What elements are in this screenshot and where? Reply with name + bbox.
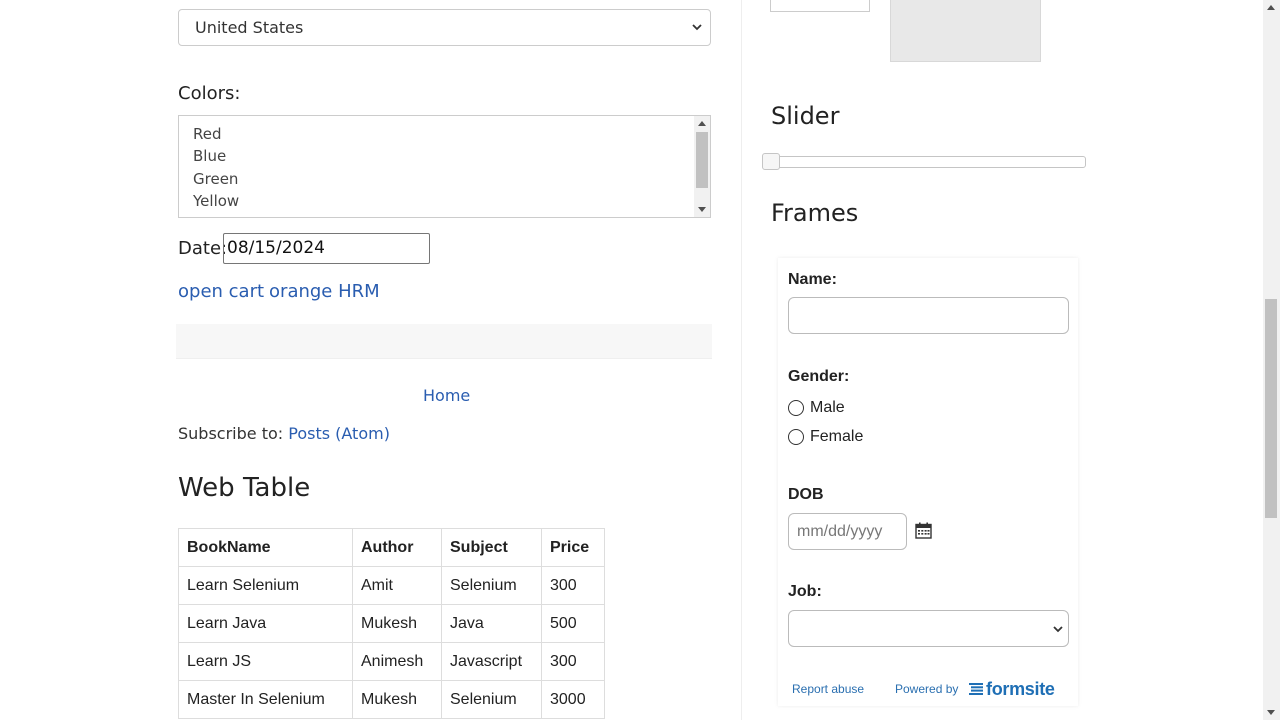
report-abuse-link[interactable]: Report abuse [792,682,864,696]
date-input[interactable]: 08/15/2024 [223,233,430,264]
table-row: Learn Selenium Amit Selenium 300 [178,566,605,605]
drag-source-box[interactable] [770,0,870,12]
job-label: Job: [788,583,822,600]
slider-handle[interactable] [762,153,780,170]
gender-female-label[interactable]: Female [810,428,863,446]
gender-male-radio[interactable] [788,400,804,416]
gender-label: Gender: [788,368,850,385]
table-header-cell: Author [352,528,442,567]
table-cell: Amit [352,566,442,605]
links-row: open cart orange HRM [178,281,380,302]
calendar-icon[interactable] [915,522,932,539]
table-row: Learn JS Animesh Javascript 300 [178,642,605,681]
table-cell: 3000 [541,680,605,719]
slider-title: Slider [771,102,840,130]
home-link[interactable]: Home [423,386,470,405]
formsite-iframe: Name: Gender: Male Female DOB mm/dd/yyyy… [778,258,1078,706]
colors-listbox[interactable]: Red Blue Green Yellow [178,115,711,218]
powered-by-label: Powered by [895,682,959,696]
table-cell: Mukesh [352,680,442,719]
table-cell: 300 [541,642,605,681]
subscribe-line: Subscribe to: Posts (Atom) [178,424,390,443]
column-divider [741,0,742,720]
table-cell: 500 [541,604,605,643]
color-option-green[interactable]: Green [193,170,238,188]
formsite-brand-text: formsite [986,678,1055,699]
dob-input[interactable]: mm/dd/yyyy [788,513,907,550]
drop-target-box[interactable] [890,0,1041,62]
web-table-title: Web Table [178,473,311,503]
scroll-up-arrow-icon[interactable] [1267,5,1275,10]
table-row: Master In Selenium Mukesh Selenium 3000 [178,680,605,719]
slider-track[interactable] [763,156,1086,168]
table-cell: Animesh [352,642,442,681]
colors-scrollbar[interactable] [694,116,710,217]
scroll-up-arrow-icon[interactable] [698,121,706,126]
gender-male-label[interactable]: Male [810,399,845,417]
gender-female-radio[interactable] [788,429,804,445]
country-select-value: United States [195,18,304,37]
page-scrollbar-thumb[interactable] [1265,299,1277,518]
table-cell: Learn JS [178,642,353,681]
color-option-blue[interactable]: Blue [193,147,226,165]
colors-label: Colors: [178,83,241,104]
job-select[interactable] [788,610,1069,647]
page-scrollbar[interactable] [1263,0,1280,720]
table-cell: 300 [541,566,605,605]
formsite-logo-icon [969,683,983,695]
open-cart-link[interactable]: open cart [178,281,264,302]
colors-scrollbar-thumb[interactable] [696,132,708,188]
table-header-cell: Subject [441,528,542,567]
dob-label: DOB [788,486,824,503]
table-cell: Selenium [441,566,542,605]
date-label: Date: [178,238,228,259]
table-cell: Java [441,604,542,643]
scroll-down-arrow-icon[interactable] [1267,710,1275,715]
name-label: Name: [788,271,837,288]
table-header-cell: Price [541,528,605,567]
formsite-logo[interactable]: formsite [969,679,1055,699]
table-cell: Learn Selenium [178,566,353,605]
frames-title: Frames [771,199,859,227]
table-header-cell: BookName [178,528,353,567]
table-row: Learn Java Mukesh Java 500 [178,604,605,643]
table-cell: Mukesh [352,604,442,643]
color-option-red[interactable]: Red [193,125,222,143]
content-separator-band [176,324,712,359]
country-select[interactable]: United States [178,9,711,46]
table-cell: Learn Java [178,604,353,643]
table-header-row: BookName Author Subject Price [178,528,605,567]
web-table: BookName Author Subject Price Learn Sele… [178,528,605,719]
table-cell: Master In Selenium [178,680,353,719]
scroll-down-arrow-icon[interactable] [698,207,706,212]
orange-hrm-link[interactable]: orange HRM [269,281,380,302]
table-cell: Selenium [441,680,542,719]
chevron-down-icon [692,24,702,31]
subscribe-label: Subscribe to: [178,424,284,443]
color-option-yellow[interactable]: Yellow [193,192,239,210]
name-input[interactable] [788,297,1069,334]
table-cell: Javascript [441,642,542,681]
chevron-down-icon [1053,626,1063,633]
posts-atom-link[interactable]: Posts (Atom) [288,424,390,443]
